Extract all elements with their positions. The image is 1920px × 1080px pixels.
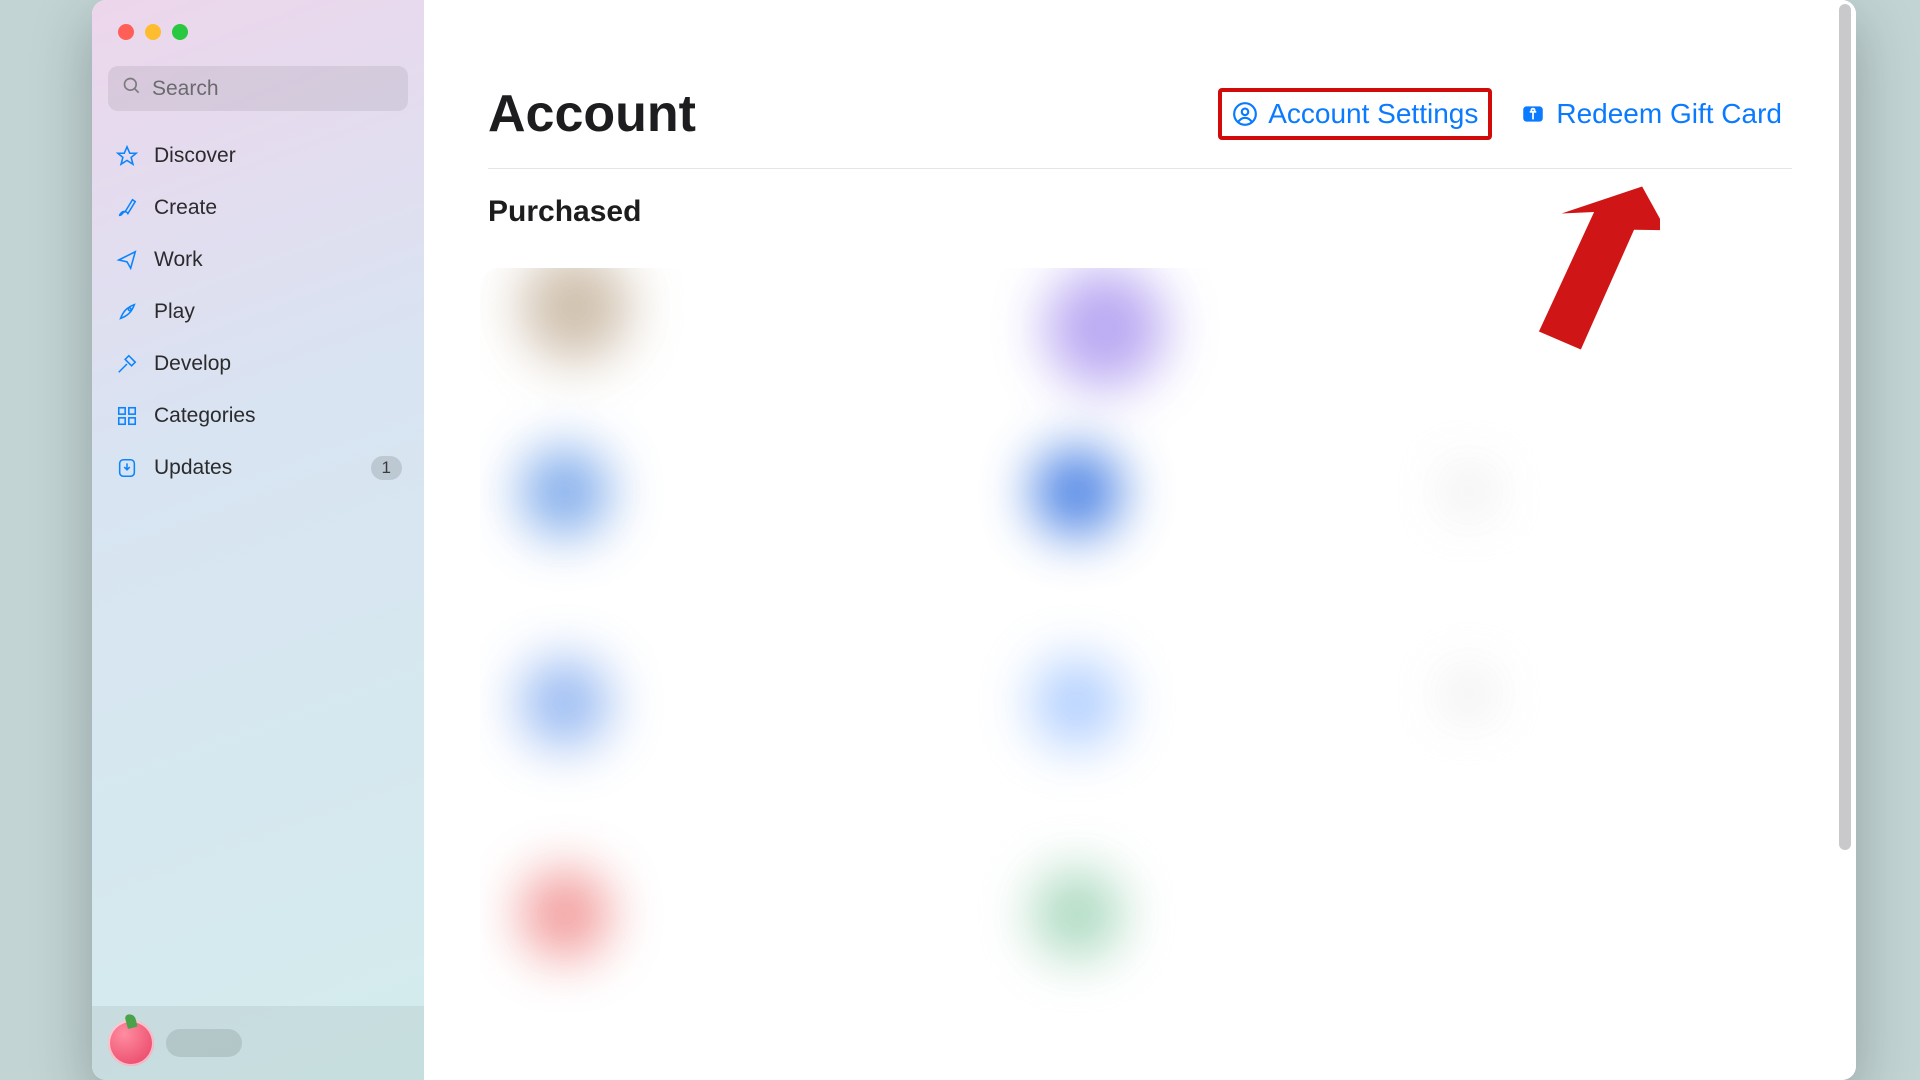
redeem-gift-card-button[interactable]: Redeem Gift Card: [1510, 92, 1792, 136]
download-icon: [114, 455, 140, 481]
grid-icon: [114, 403, 140, 429]
sidebar-account-footer[interactable]: [92, 1006, 424, 1080]
sidebar-item-label: Work: [154, 248, 203, 272]
sidebar-item-label: Discover: [154, 144, 236, 168]
sidebar-item-discover[interactable]: Discover: [104, 131, 412, 181]
sidebar-item-create[interactable]: Create: [104, 183, 412, 233]
vertical-scrollbar[interactable]: [1834, 0, 1856, 1080]
search-input[interactable]: Search: [108, 66, 408, 111]
brush-icon: [114, 195, 140, 221]
sidebar-item-updates[interactable]: Updates 1: [104, 443, 412, 493]
star-icon: [114, 143, 140, 169]
window-maximize-button[interactable]: [172, 24, 188, 40]
redeem-gift-card-label: Redeem Gift Card: [1556, 98, 1782, 130]
search-container: Search: [108, 66, 408, 111]
updates-badge: 1: [371, 456, 402, 480]
scrollbar-thumb[interactable]: [1839, 4, 1851, 850]
gift-card-icon: [1520, 101, 1546, 127]
page-title: Account: [488, 84, 696, 144]
page-header: Account Account Settings Redeem Gift Car…: [488, 84, 1792, 169]
purchased-apps-blurred: [480, 268, 1826, 1080]
window-close-button[interactable]: [118, 24, 134, 40]
sidebar-nav: Discover Create Work Play: [92, 131, 424, 493]
account-settings-label: Account Settings: [1268, 98, 1478, 130]
sidebar: Search Discover Create Work: [92, 0, 424, 1080]
paperplane-icon: [114, 247, 140, 273]
purchased-section-title: Purchased: [488, 195, 1792, 229]
sidebar-item-categories[interactable]: Categories: [104, 391, 412, 441]
user-circle-icon: [1232, 101, 1258, 127]
search-icon: [122, 76, 142, 101]
sidebar-item-label: Create: [154, 196, 217, 220]
sidebar-item-work[interactable]: Work: [104, 235, 412, 285]
hammer-icon: [114, 351, 140, 377]
sidebar-item-label: Categories: [154, 404, 256, 428]
avatar: [108, 1020, 154, 1066]
sidebar-item-develop[interactable]: Develop: [104, 339, 412, 389]
main-content: Account Account Settings Redeem Gift Car…: [424, 0, 1856, 1080]
account-settings-button[interactable]: Account Settings: [1218, 88, 1492, 140]
rocket-icon: [114, 299, 140, 325]
window-minimize-button[interactable]: [145, 24, 161, 40]
account-name-placeholder: [166, 1029, 242, 1057]
sidebar-item-label: Updates: [154, 456, 232, 480]
search-placeholder: Search: [152, 77, 219, 101]
content-container: Account Account Settings Redeem Gift Car…: [424, 0, 1856, 229]
sidebar-item-play[interactable]: Play: [104, 287, 412, 337]
app-window: Search Discover Create Work: [92, 0, 1856, 1080]
header-actions: Account Settings Redeem Gift Card: [1218, 88, 1792, 140]
sidebar-item-label: Play: [154, 300, 195, 324]
window-controls: [92, 0, 424, 40]
sidebar-item-label: Develop: [154, 352, 231, 376]
